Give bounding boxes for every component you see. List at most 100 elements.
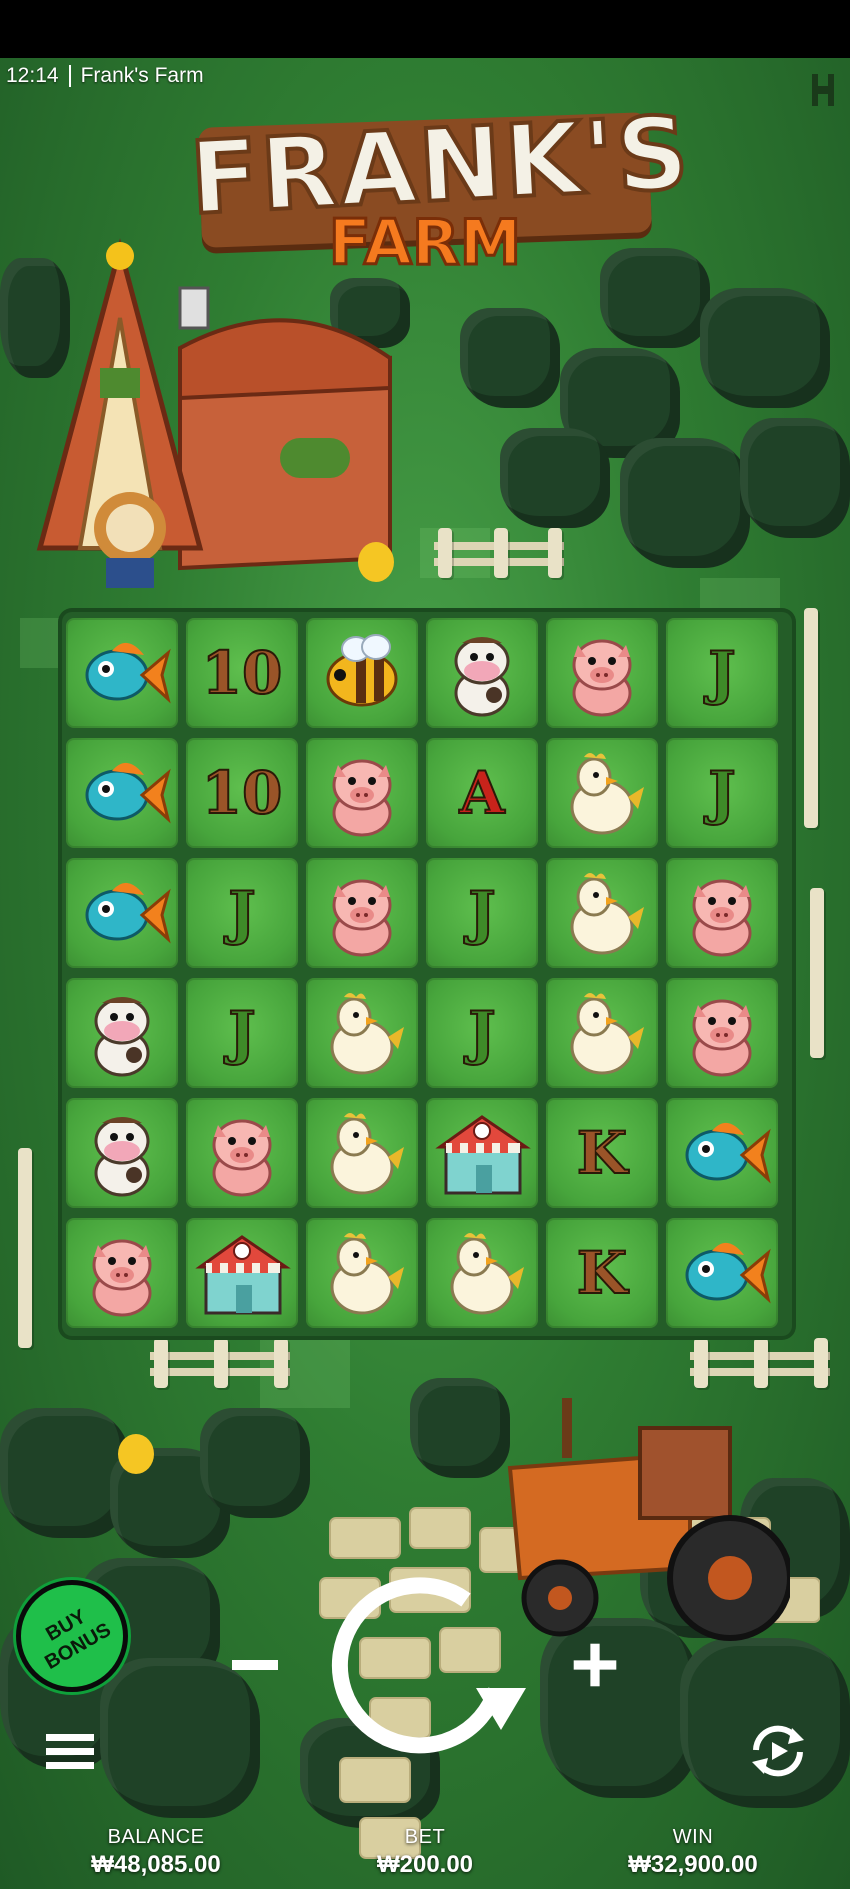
reel-cell: [306, 1098, 418, 1208]
reel-cell: [66, 1098, 178, 1208]
spin-arrow-icon: [331, 1577, 526, 1754]
chicken-symbol-icon: [330, 1113, 404, 1195]
chicken-symbol-icon: [570, 873, 644, 955]
balance-display: BALANCE ₩48,085.00: [26, 1826, 286, 1879]
menu-button[interactable]: [44, 1730, 96, 1774]
reel-cell: [66, 858, 178, 968]
reel-cell: [66, 978, 178, 1088]
chick: [118, 1434, 154, 1474]
tree: [620, 438, 750, 568]
bet-label: BET: [404, 1826, 446, 1848]
letter-symbol: A: [458, 758, 505, 828]
studio-logo-icon: [812, 74, 834, 106]
buy-bonus-label: BUY BONUS: [41, 1605, 115, 1674]
fence: [14, 1148, 44, 1348]
tree: [460, 308, 560, 408]
letter-symbol: 10: [201, 758, 284, 828]
pig-symbol-icon: [92, 1239, 152, 1317]
reel-cell: J: [426, 978, 538, 1088]
tree: [200, 1408, 310, 1518]
tractor: [507, 1398, 790, 1641]
status-bar: [0, 0, 850, 58]
reel-cell: [66, 738, 178, 848]
decrease-bet-button[interactable]: [228, 1640, 282, 1690]
logo-line-2: FARM: [327, 205, 523, 281]
fish-symbol-icon: [685, 1122, 771, 1184]
reel-cell: [306, 738, 418, 848]
reel-cell: [666, 978, 778, 1088]
plus-icon: [573, 1643, 617, 1687]
game-logo: FRANK'S FARM: [185, 92, 695, 281]
game-title: Frank's Farm: [80, 64, 204, 87]
pig-symbol-icon: [332, 879, 392, 957]
letter-symbol: J: [227, 998, 256, 1068]
letter-symbol: J: [707, 758, 736, 828]
minus-icon: [232, 1660, 278, 1670]
bee-symbol-icon: [326, 634, 398, 707]
footer-stats: BALANCE ₩48,085.00 BET ₩200.00 WIN ₩32,9…: [0, 1820, 850, 1889]
reel-cell: [306, 618, 418, 728]
reel-cell: J: [426, 858, 538, 968]
cow-symbol-icon: [94, 1117, 150, 1197]
letter-symbol: K: [576, 1238, 628, 1308]
autoplay-icon: [752, 1725, 804, 1777]
reel-cell: [666, 858, 778, 968]
chicken-symbol-icon: [330, 1233, 404, 1315]
tree: [740, 418, 850, 538]
fish-symbol-icon: [685, 1242, 771, 1304]
bet-display: BET ₩200.00: [295, 1826, 555, 1879]
increase-bet-button[interactable]: [568, 1640, 622, 1694]
tree: [700, 288, 830, 408]
balance-label: BALANCE: [107, 1826, 205, 1848]
pig-symbol-icon: [692, 879, 752, 957]
reel-grid: 10 J 10 A J J J J J K K: [62, 612, 792, 1336]
win-value: ₩32,900.00: [628, 1851, 758, 1878]
farmhouse: [36, 238, 392, 588]
reel-cell: [546, 858, 658, 968]
tree: [500, 428, 610, 528]
fence: [800, 608, 830, 828]
chicken-symbol-icon: [330, 993, 404, 1075]
letter-symbol: J: [227, 878, 256, 948]
reel-cell: J: [666, 738, 778, 848]
autoplay-button[interactable]: [744, 1720, 812, 1782]
pig-symbol-icon: [332, 759, 392, 837]
letter-symbol: K: [576, 1118, 628, 1188]
reel-cell: [426, 1098, 538, 1208]
letter-symbol: J: [467, 878, 496, 948]
cow-symbol-icon: [94, 997, 150, 1077]
reel-cell: K: [546, 1218, 658, 1328]
shop-symbol-icon: [435, 1115, 531, 1195]
pig-symbol-icon: [212, 1119, 272, 1197]
letter-symbol: J: [467, 998, 496, 1068]
reel-cell: 10: [186, 738, 298, 848]
letter-symbol: 10: [201, 638, 284, 708]
title-separator: [68, 65, 71, 87]
reel-cell: [66, 1218, 178, 1328]
reel-cell: K: [546, 1098, 658, 1208]
reel-cell: J: [186, 978, 298, 1088]
win-display: WIN ₩32,900.00: [563, 1826, 823, 1879]
letter-symbol: J: [707, 638, 736, 708]
balance-value: ₩48,085.00: [91, 1851, 221, 1878]
buy-bonus-button[interactable]: BUY BONUS: [16, 1580, 128, 1692]
reel-cell: [666, 1098, 778, 1208]
reel-cell: [186, 1218, 298, 1328]
fish-symbol-icon: [85, 882, 171, 944]
reel-cell: [306, 1218, 418, 1328]
reel-cell: 10: [186, 618, 298, 728]
reel-cell: [306, 858, 418, 968]
bet-value: ₩200.00: [376, 1851, 474, 1878]
cow-symbol-icon: [454, 637, 510, 717]
reel-cell: [186, 1098, 298, 1208]
reel-cell: [546, 618, 658, 728]
hamburger-menu-icon: [46, 1734, 94, 1769]
spin-button[interactable]: [326, 1570, 534, 1760]
chicken-symbol-icon: [450, 1233, 524, 1315]
reel-cell: [426, 618, 538, 728]
fence: [806, 888, 836, 1058]
fence: [150, 1338, 290, 1388]
pig-symbol-icon: [572, 639, 632, 717]
reel-cell: [666, 1218, 778, 1328]
reel-cell: [546, 738, 658, 848]
